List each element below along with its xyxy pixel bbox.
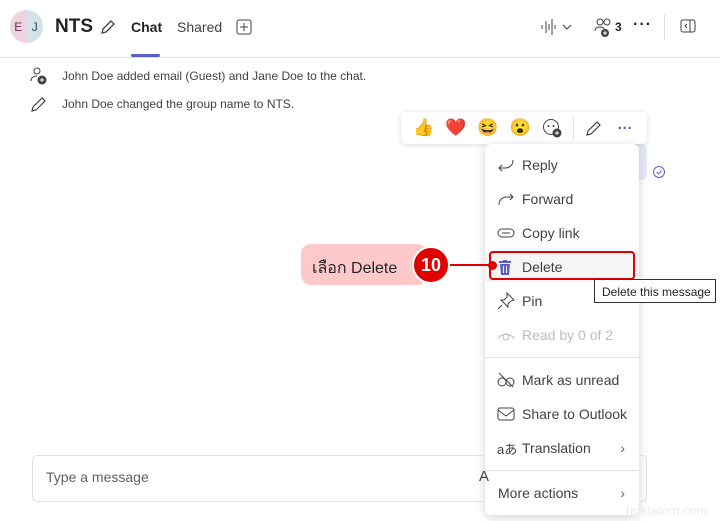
- mail-icon: [485, 407, 522, 421]
- pencil-icon: [31, 97, 46, 112]
- unread-icon: [485, 372, 522, 388]
- heart-reaction[interactable]: ❤️: [445, 118, 466, 138]
- surprised-reaction[interactable]: 😮: [510, 118, 531, 138]
- menu-item-copy-link[interactable]: Copy link: [485, 218, 639, 248]
- participants-icon[interactable]: [594, 18, 614, 38]
- menu-item-read-by: Read by 0 of 2: [485, 320, 639, 350]
- reply-icon: [485, 157, 522, 173]
- step-badge: 10: [412, 246, 450, 284]
- message-input[interactable]: Type a message: [46, 469, 149, 485]
- watermark: hostatom.com: [626, 503, 708, 518]
- eye-icon: [485, 329, 522, 341]
- tab-shared[interactable]: Shared: [177, 19, 222, 35]
- menu-item-reply[interactable]: Reply: [485, 150, 639, 180]
- link-icon: [485, 227, 522, 239]
- translate-icon: aあ: [497, 441, 518, 457]
- pin-icon: [485, 292, 522, 310]
- message-context-menu: Reply Forward Copy link Delete Pin Read …: [485, 144, 639, 515]
- divider: [664, 14, 665, 40]
- participants-count: 3: [615, 20, 622, 34]
- divider: [572, 117, 574, 139]
- add-tab-icon[interactable]: [236, 19, 252, 35]
- menu-separator: [485, 357, 639, 358]
- callout-line: [449, 264, 491, 266]
- menu-item-mark-unread[interactable]: Mark as unread: [485, 365, 639, 395]
- menu-item-forward[interactable]: Forward: [485, 184, 639, 214]
- composer-edge: [639, 455, 647, 502]
- tab-chat[interactable]: Chat: [131, 19, 162, 35]
- menu-item-share-outlook[interactable]: Share to Outlook: [485, 399, 639, 429]
- menu-separator: [485, 470, 639, 471]
- chevron-right-icon: ›: [620, 485, 625, 501]
- like-reaction[interactable]: 👍: [413, 118, 434, 138]
- format-icon[interactable]: A: [479, 468, 489, 485]
- edit-icon[interactable]: [585, 119, 603, 137]
- more-options-icon[interactable]: ···: [633, 16, 652, 34]
- menu-item-translation[interactable]: aあ Translation ›: [485, 433, 639, 463]
- person-add-icon: [30, 67, 47, 85]
- chevron-right-icon: ›: [620, 440, 625, 456]
- call-icon[interactable]: [540, 18, 574, 36]
- active-tab-indicator: [131, 54, 160, 57]
- chat-header: E J NTS Chat Shared 3 ···: [0, 0, 720, 58]
- message-composer[interactable]: Type a message A: [32, 455, 489, 502]
- more-actions-icon[interactable]: ···: [618, 120, 633, 137]
- menu-item-more-actions[interactable]: More actions ›: [485, 478, 639, 508]
- group-avatar[interactable]: E J: [10, 10, 43, 43]
- seen-check-icon: [653, 166, 665, 178]
- highlight-box: [489, 251, 635, 280]
- system-message: John Doe added email (Guest) and Jane Do…: [62, 69, 367, 83]
- reaction-bar: 👍 ❤️ 😆 😮 ···: [401, 112, 647, 144]
- side-panel-icon[interactable]: [680, 19, 696, 34]
- callout-label: เลือก Delete: [301, 244, 427, 285]
- forward-icon: [485, 191, 522, 207]
- tooltip: Delete this message: [594, 279, 716, 303]
- chat-title: NTS: [55, 16, 93, 37]
- add-reaction-icon[interactable]: [542, 118, 562, 138]
- laugh-reaction[interactable]: 😆: [477, 118, 498, 138]
- callout-dot: [488, 261, 497, 270]
- edit-name-icon[interactable]: [99, 18, 117, 36]
- system-message: John Doe changed the group name to NTS.: [62, 97, 295, 111]
